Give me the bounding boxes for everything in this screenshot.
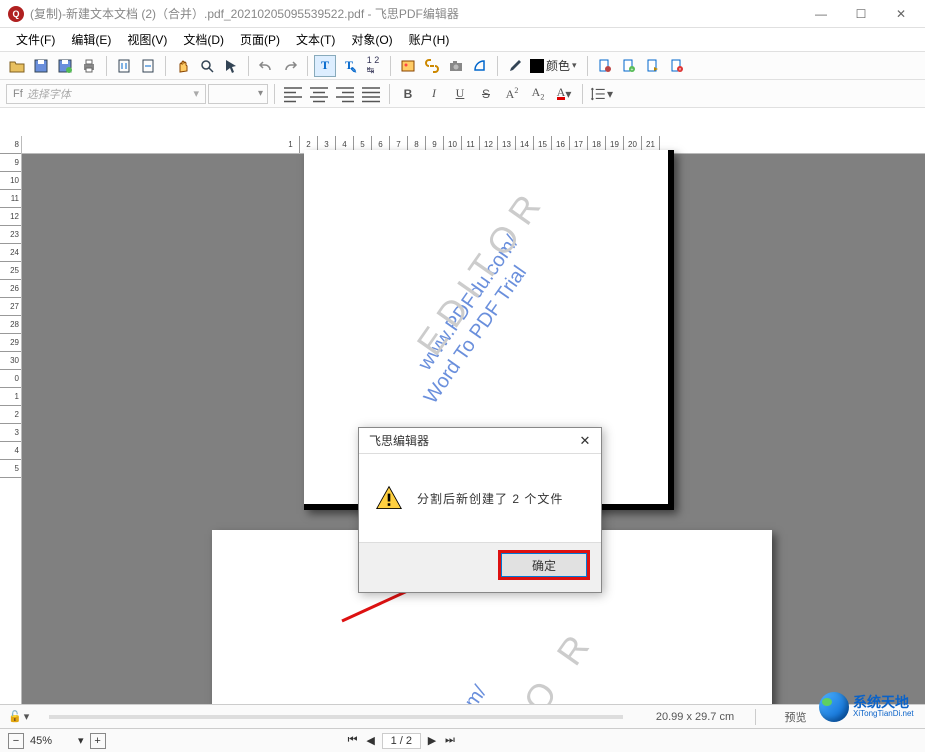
watermark-editor-2: T O R: [486, 619, 604, 704]
subscript-button[interactable]: A2: [526, 83, 550, 105]
canvas-area[interactable]: 123456789101112131415161718192021 www.PD…: [22, 136, 925, 704]
zoom-level[interactable]: 45%: [30, 735, 72, 747]
align-right-icon[interactable]: [333, 83, 357, 105]
menu-document[interactable]: 文档(D): [175, 31, 232, 48]
message-dialog: 飞思编辑器 ✕ 分割后新创建了 2 个文件 确定: [358, 427, 602, 593]
hand-icon[interactable]: [172, 55, 194, 77]
dialog-close-button[interactable]: ✕: [575, 433, 595, 449]
menu-file[interactable]: 文件(F): [8, 31, 63, 48]
font-color-icon[interactable]: A▾: [552, 83, 576, 105]
link-tool-icon[interactable]: [421, 55, 443, 77]
save-icon[interactable]: [30, 55, 52, 77]
zoom-dropdown[interactable]: ▾: [78, 734, 84, 747]
strikethrough-button[interactable]: S: [474, 83, 498, 105]
menu-object[interactable]: 对象(O): [343, 31, 400, 48]
font-family-select[interactable]: Ff选择字体▾: [6, 84, 206, 104]
lock-icon[interactable]: 🔓▾: [0, 710, 37, 723]
superscript-button[interactable]: A2: [500, 83, 524, 105]
print-icon[interactable]: [78, 55, 100, 77]
status-bar: 🔓▾ 20.99 x 29.7 cm 预览: [0, 704, 925, 728]
doc-add-icon[interactable]: +: [618, 55, 640, 77]
image-tool-icon[interactable]: [397, 55, 419, 77]
svg-text:+: +: [630, 67, 633, 73]
ok-button[interactable]: 确定: [501, 553, 587, 577]
window-title: (复制)-新建文本文档 (2)（合并）.pdf_2021020509553952…: [30, 5, 801, 22]
status-track: [49, 715, 623, 719]
doc-tool1-icon[interactable]: [594, 55, 616, 77]
last-page-button[interactable]: ⏭: [443, 734, 457, 747]
redo-icon[interactable]: [279, 55, 301, 77]
doc-delete-icon[interactable]: ×: [666, 55, 688, 77]
logo-name: 系统天地: [853, 695, 914, 710]
menu-bar: 文件(F) 编辑(E) 视图(V) 文档(D) 页面(P) 文本(T) 对象(O…: [0, 28, 925, 52]
align-center-icon[interactable]: [307, 83, 331, 105]
eyedropper-icon[interactable]: [504, 55, 526, 77]
warning-icon: [375, 484, 403, 512]
zoom-in-button[interactable]: +: [90, 733, 106, 749]
italic-button[interactable]: I: [422, 83, 446, 105]
next-page-button[interactable]: ▶: [425, 734, 439, 747]
text-tool-icon[interactable]: T: [314, 55, 336, 77]
logo-sub: XiTongTianDi.net: [853, 710, 914, 719]
page-dimensions: 20.99 x 29.7 cm: [635, 711, 755, 723]
menu-text[interactable]: 文本(T): [288, 31, 343, 48]
menu-view[interactable]: 视图(V): [119, 31, 175, 48]
text-edit-icon[interactable]: T✎: [338, 55, 360, 77]
camera-icon[interactable]: [445, 55, 467, 77]
doc-export-icon[interactable]: [642, 55, 664, 77]
zoom-bar: − 45% ▾ + ⏮ ◀ 1 / 2 ▶ ⏭: [0, 728, 925, 752]
menu-edit[interactable]: 编辑(E): [63, 31, 119, 48]
undo-icon[interactable]: [255, 55, 277, 77]
bold-button[interactable]: B: [396, 83, 420, 105]
font-size-select[interactable]: ▾: [208, 84, 268, 104]
font-toolbar: Ff选择字体▾ ▾ B I U S A2 A2 A▾ ▾: [0, 80, 925, 108]
maximize-button[interactable]: ☐: [841, 1, 881, 27]
title-bar: Q (复制)-新建文本文档 (2)（合并）.pdf_20210205095539…: [0, 0, 925, 28]
minimize-button[interactable]: —: [801, 1, 841, 27]
shape-icon[interactable]: [469, 55, 491, 77]
dialog-message: 分割后新创建了 2 个文件: [417, 490, 563, 507]
prev-page-button[interactable]: ◀: [364, 734, 378, 747]
line-spacing-icon[interactable]: ▾: [589, 83, 613, 105]
page-fit-icon[interactable]: [113, 55, 135, 77]
open-icon[interactable]: [6, 55, 28, 77]
align-justify-icon[interactable]: [359, 83, 383, 105]
underline-button[interactable]: U: [448, 83, 472, 105]
zoom-out-button[interactable]: −: [8, 733, 24, 749]
dialog-title: 飞思编辑器: [369, 432, 429, 449]
workspace: 891011122324252627282930012345 123456789…: [0, 136, 925, 704]
zoom-icon[interactable]: [196, 55, 218, 77]
first-page-button[interactable]: ⏮: [346, 734, 360, 747]
menu-account[interactable]: 账户(H): [401, 31, 458, 48]
watermark-text-2: www.PDFdu.com/Word To PDF Trial: [336, 667, 531, 704]
close-button[interactable]: ✕: [881, 1, 921, 27]
main-toolbar: T T✎ 1 2↹ 颜色▾ + ×: [0, 52, 925, 80]
text-spacing-icon[interactable]: 1 2↹: [362, 55, 384, 77]
app-icon: Q: [8, 6, 24, 22]
vertical-ruler: 891011122324252627282930012345: [0, 136, 22, 704]
color-picker[interactable]: 颜色▾: [528, 57, 581, 74]
globe-icon: [819, 692, 849, 722]
save-as-icon[interactable]: [54, 55, 76, 77]
brand-logo: 系统天地 XiTongTianDi.net: [819, 688, 919, 726]
svg-text:×: ×: [678, 67, 681, 73]
page-indicator[interactable]: 1 / 2: [382, 733, 421, 749]
arrow-icon[interactable]: [220, 55, 242, 77]
menu-page[interactable]: 页面(P): [232, 31, 288, 48]
align-left-icon[interactable]: [281, 83, 305, 105]
page-width-icon[interactable]: [137, 55, 159, 77]
